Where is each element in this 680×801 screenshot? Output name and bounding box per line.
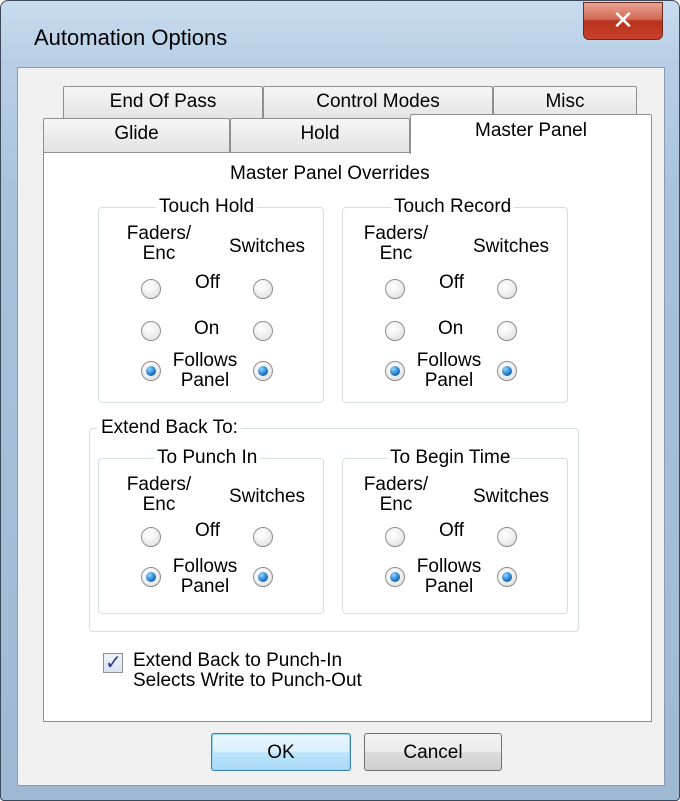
title-bar[interactable]: Automation Options ✕ — [1, 1, 679, 69]
ok-button[interactable]: OK — [211, 733, 351, 771]
punch-in-switches-off-radio[interactable] — [253, 527, 273, 547]
follows-panel-label: Follows Panel — [416, 350, 482, 391]
touch-hold-faders-follows-panel-radio[interactable] — [141, 361, 161, 381]
begin-time-faders-follows-panel-radio[interactable] — [385, 567, 405, 587]
switches-header: Switches — [473, 486, 550, 507]
punch-in-switches-follows-panel-radio[interactable] — [253, 567, 273, 587]
faders-enc-header: Faders/Enc — [363, 223, 429, 264]
faders-enc-header: Faders/Enc — [363, 474, 429, 515]
cancel-label: Cancel — [403, 742, 463, 763]
tab-label: Glide — [114, 123, 159, 144]
extend-back-punch-in-checkbox[interactable]: ✓ — [103, 650, 123, 674]
window-title: Automation Options — [34, 25, 228, 50]
switches-header: Switches — [229, 486, 306, 507]
touch-hold-faders-on-radio[interactable] — [141, 321, 161, 341]
off-label: Off — [195, 520, 220, 541]
touch-hold-switches-on-radio[interactable] — [253, 321, 273, 341]
follows-panel-label: Follows Panel — [172, 556, 238, 597]
begin-time-switches-off-radio[interactable] — [497, 527, 517, 547]
faders-enc-header: Faders/Enc — [126, 223, 192, 264]
touch-hold-switches-off-radio[interactable] — [253, 279, 273, 299]
follows-panel-label: Follows Panel — [172, 350, 238, 391]
master-panel-overrides-heading: Master Panel Overrides — [230, 163, 430, 184]
tab-master-panel[interactable]: Master Panel — [410, 114, 652, 154]
touch-hold-switches-follows-panel-radio[interactable] — [253, 361, 273, 381]
off-label: Off — [439, 520, 464, 541]
touch-record-switches-follows-panel-radio[interactable] — [497, 361, 517, 381]
off-label: Off — [195, 272, 220, 293]
punch-in-faders-follows-panel-radio[interactable] — [141, 567, 161, 587]
touch-record-switches-on-radio[interactable] — [497, 321, 517, 341]
punch-in-faders-off-radio[interactable] — [141, 527, 161, 547]
touch-hold-faders-off-radio[interactable] — [141, 279, 161, 299]
off-label: Off — [439, 272, 464, 293]
touch-record-faders-off-radio[interactable] — [385, 279, 405, 299]
switches-header: Switches — [229, 236, 306, 257]
cancel-button[interactable]: Cancel — [364, 733, 502, 771]
on-label: On — [194, 318, 220, 339]
begin-time-faders-off-radio[interactable] — [385, 527, 405, 547]
group-title: Touch Hold — [156, 196, 258, 218]
tab-end-of-pass[interactable]: End Of Pass — [63, 86, 263, 122]
group-title: Extend Back To: — [98, 417, 241, 439]
tab-label: Master Panel — [475, 120, 587, 141]
close-button[interactable]: ✕ — [583, 2, 663, 40]
tab-label: Misc — [545, 91, 585, 112]
group-title: To Begin Time — [387, 447, 514, 469]
on-label: On — [438, 318, 464, 339]
switches-header: Switches — [473, 236, 550, 257]
begin-time-switches-follows-panel-radio[interactable] — [497, 567, 517, 587]
group-title: Touch Record — [391, 196, 515, 218]
tab-hold[interactable]: Hold — [230, 118, 410, 153]
faders-enc-header: Faders/Enc — [126, 474, 192, 515]
tab-label: End Of Pass — [109, 91, 217, 112]
automation-options-window: Automation Options ✕ End Of Pass Control… — [0, 0, 680, 801]
checkmark-icon: ✓ — [105, 650, 122, 674]
group-title: To Punch In — [154, 447, 261, 469]
touch-record-faders-follows-panel-radio[interactable] — [385, 361, 405, 381]
tab-label: Control Modes — [316, 91, 440, 112]
ok-label: OK — [267, 742, 295, 763]
touch-record-switches-off-radio[interactable] — [497, 279, 517, 299]
checkbox-label[interactable]: Extend Back to Punch-In Selects Write to… — [133, 651, 362, 691]
tab-glide[interactable]: Glide — [43, 118, 230, 153]
tab-label: Hold — [300, 123, 340, 144]
touch-record-faders-on-radio[interactable] — [385, 321, 405, 341]
follows-panel-label: Follows Panel — [416, 556, 482, 597]
close-icon: ✕ — [612, 6, 634, 36]
